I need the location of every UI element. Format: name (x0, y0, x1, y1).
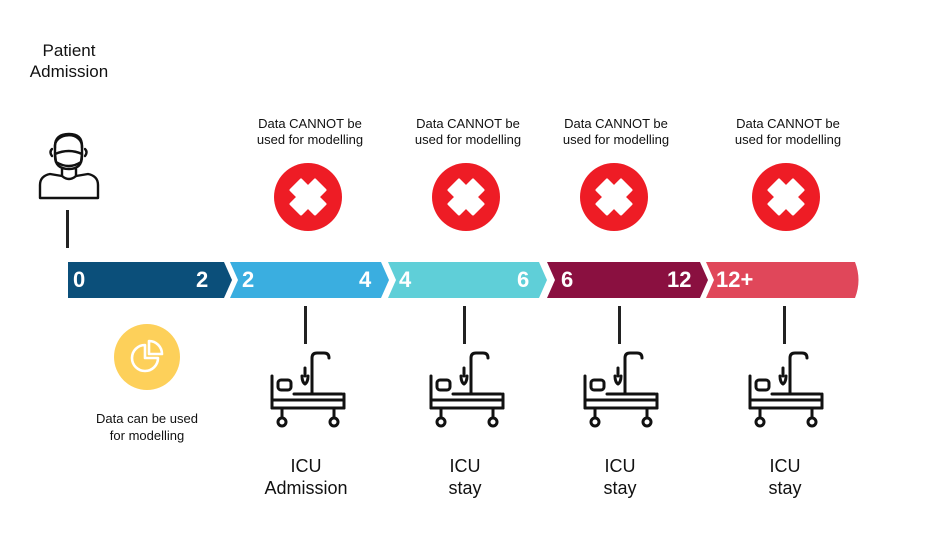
patient-icon (38, 132, 100, 200)
location-line1: ICU (290, 456, 322, 476)
segment-2-end: 4 (359, 267, 372, 292)
icu-tick-3 (618, 306, 621, 344)
warning-line2: used for modelling (256, 132, 364, 147)
warning-label-4: Data CANNOT be used for modelling (713, 116, 863, 148)
red-x-icon (274, 163, 342, 231)
usable-line2: for modelling (109, 428, 185, 443)
segment-4-start: 6 (561, 267, 574, 292)
segment-3-end: 6 (517, 267, 530, 292)
location-label-3: ICU stay (550, 455, 690, 499)
location-line1: ICU (769, 456, 801, 476)
segment-5-start: 12+ (716, 267, 754, 292)
segment-3-start: 4 (399, 267, 412, 292)
pie-chart-icon (114, 324, 180, 390)
hospital-bed-icon (583, 351, 659, 428)
warning-line2: used for modelling (734, 132, 842, 147)
location-line1: ICU (604, 456, 636, 476)
warning-line2: used for modelling (562, 132, 670, 147)
location-label-4: ICU stay (715, 455, 855, 499)
icu-tick-4 (783, 306, 786, 344)
timeline-labels: 0 2 2 4 4 6 6 12 12+ (0, 262, 944, 298)
warning-line1: Data CANNOT be (258, 116, 362, 131)
usable-data-label: Data can be used for modelling (80, 410, 214, 444)
warning-line1: Data CANNOT be (564, 116, 668, 131)
location-line1: ICU (449, 456, 481, 476)
warning-line2: used for modelling (414, 132, 522, 147)
patient-label-line1: Patient (42, 41, 96, 60)
location-line2: stay (768, 478, 802, 498)
red-x-icon (752, 163, 820, 231)
warning-label-2: Data CANNOT be used for modelling (393, 116, 543, 148)
location-label-1: ICU Admission (236, 455, 376, 499)
patient-admission-label: Patient Admission (14, 40, 124, 82)
segment-1-start: 0 (73, 267, 86, 292)
red-x-icon (580, 163, 648, 231)
warning-label-3: Data CANNOT be used for modelling (541, 116, 691, 148)
icu-tick-1 (304, 306, 307, 344)
location-label-2: ICU stay (395, 455, 535, 499)
location-line2: stay (448, 478, 482, 498)
warning-line1: Data CANNOT be (736, 116, 840, 131)
hospital-bed-icon (270, 351, 346, 428)
segment-2-start: 2 (242, 267, 255, 292)
patient-tick (66, 210, 69, 248)
segment-1-end: 2 (196, 267, 209, 292)
patient-label-line2: Admission (29, 62, 109, 81)
warning-label-1: Data CANNOT be used for modelling (235, 116, 385, 148)
location-line2: Admission (264, 478, 348, 498)
location-line2: stay (603, 478, 637, 498)
red-x-icon (432, 163, 500, 231)
hospital-bed-icon (429, 351, 505, 428)
usable-line1: Data can be used (96, 411, 198, 426)
warning-line1: Data CANNOT be (416, 116, 520, 131)
icu-tick-2 (463, 306, 466, 344)
segment-4-end: 12 (667, 267, 692, 292)
hospital-bed-icon (748, 351, 824, 428)
